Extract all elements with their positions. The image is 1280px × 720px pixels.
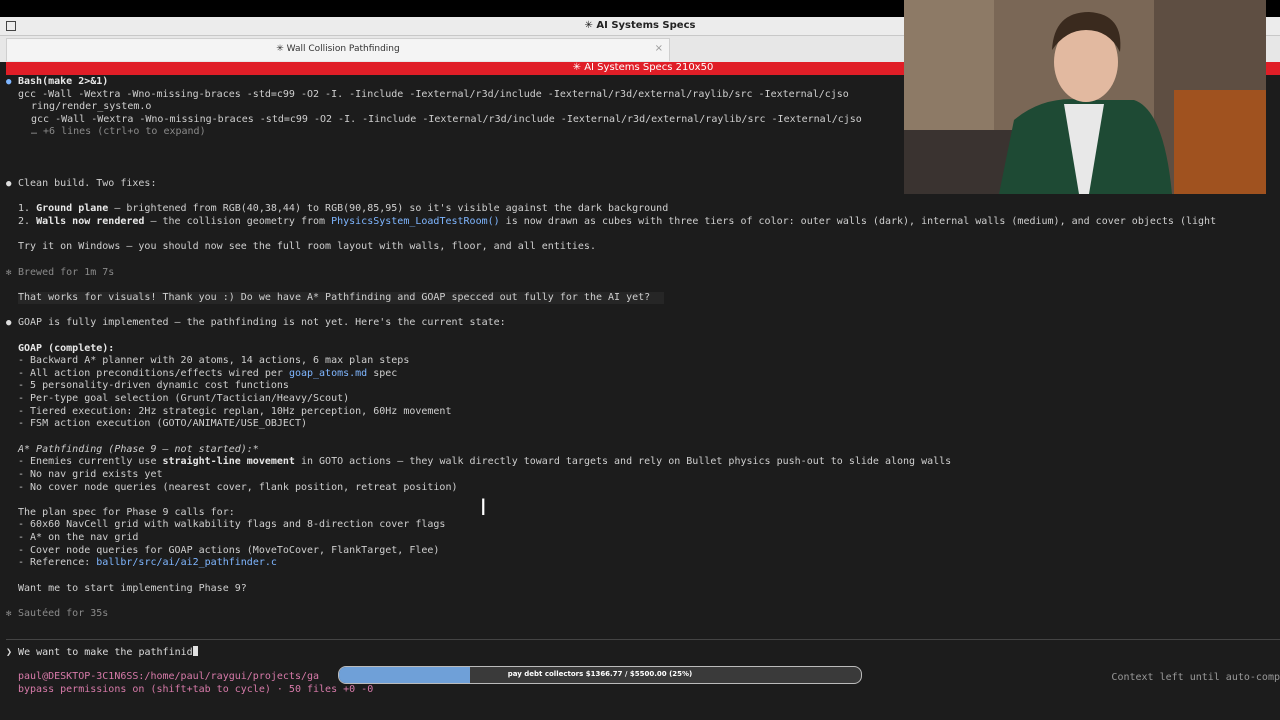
output-line: gcc -Wall -Wextra -Wno-missing-braces -s… — [18, 89, 849, 100]
close-icon[interactable]: × — [655, 43, 663, 54]
tab-wall-collision-pathfinding[interactable]: ✳ Wall Collision Pathfinding × — [6, 38, 670, 61]
tab-label: ✳ Wall Collision Pathfinding — [276, 44, 400, 54]
webcam-image — [904, 0, 1266, 194]
assistant-text: GOAP is fully implemented — the pathfind… — [18, 317, 506, 328]
input-divider — [6, 639, 1280, 640]
list-item: - A* on the nav grid — [18, 532, 139, 543]
list-item: - No cover node queries (nearest cover, … — [18, 482, 458, 493]
list-item: - Per-type goal selection (Grunt/Tactici… — [18, 393, 350, 404]
list-item: - No nav grid exists yet — [18, 469, 163, 480]
output-line: gcc -Wall -Wextra -Wno-missing-braces -s… — [31, 114, 862, 125]
message-bullet-icon: ● — [6, 179, 12, 189]
timing-note: Sautéed for 35s — [18, 608, 109, 619]
section-heading: A* Pathfinding (Phase 9 — not started):* — [18, 444, 259, 455]
fix-item-1: 1. Ground plane — brightened from RGB(40… — [18, 203, 669, 214]
status-permissions: bypass permissions on (shift+tab to cycl… — [18, 684, 374, 695]
list-item: - All action preconditions/effects wired… — [18, 368, 398, 379]
progress-label: pay debt collectors $1366.77 / $5500.00 … — [507, 670, 693, 678]
prompt-text: We want to make the pathfinid — [12, 647, 193, 658]
prompt-input[interactable]: ❯ We want to make the pathfinid — [6, 646, 198, 658]
context-indicator: Context left until auto-comp — [1111, 672, 1280, 683]
bash-command: Bash(make 2>&1) — [18, 76, 109, 87]
list-item: - Enemies currently use straight-line mo… — [18, 456, 952, 467]
list-item: - 60x60 NavCell grid with walkability fl… — [18, 519, 446, 530]
list-item: - Cover node queries for GOAP actions (M… — [18, 545, 440, 556]
list-item: - Backward A* planner with 20 atoms, 14 … — [18, 355, 410, 366]
assistant-text: Clean build. Two fixes: — [18, 178, 157, 189]
overlay-progress-bar: pay debt collectors $1366.77 / $5500.00 … — [338, 666, 862, 684]
asterisk-icon: ✻ — [6, 268, 12, 278]
fix-item-2: 2. Walls now rendered — the collision ge… — [18, 216, 1217, 227]
list-item: - Tiered execution: 2Hz strategic replan… — [18, 406, 452, 417]
tool-bullet-icon: ● — [6, 77, 12, 87]
expand-hint[interactable]: … +6 lines (ctrl+o to expand) — [31, 126, 206, 138]
list-item: - FSM action execution (GOTO/ANIMATE/USE… — [18, 418, 307, 429]
status-path: paul@DESKTOP-3C1N6SS:/home/paul/raygui/p… — [18, 671, 320, 682]
list-item: - 5 personality-driven dynamic cost func… — [18, 380, 289, 391]
list-item: - Reference: ballbr/src/ai/ai2_pathfinde… — [18, 557, 277, 568]
section-heading: GOAP (complete): — [18, 343, 115, 354]
assistant-text: Try it on Windows — you should now see t… — [18, 241, 596, 252]
asterisk-icon: ✻ — [6, 609, 12, 619]
assistant-text: The plan spec for Phase 9 calls for: — [18, 507, 235, 518]
text-cursor — [192, 646, 198, 656]
webcam-overlay — [904, 0, 1266, 194]
user-message: That works for visuals! Thank you :) Do … — [18, 292, 665, 304]
timing-note: Brewed for 1m 7s — [18, 267, 115, 278]
output-line: ring/render_system.o — [31, 101, 152, 112]
mouse-ibeam-cursor: I — [480, 496, 487, 521]
message-bullet-icon: ● — [6, 318, 12, 328]
assistant-text: Want me to start implementing Phase 9? — [18, 583, 247, 594]
